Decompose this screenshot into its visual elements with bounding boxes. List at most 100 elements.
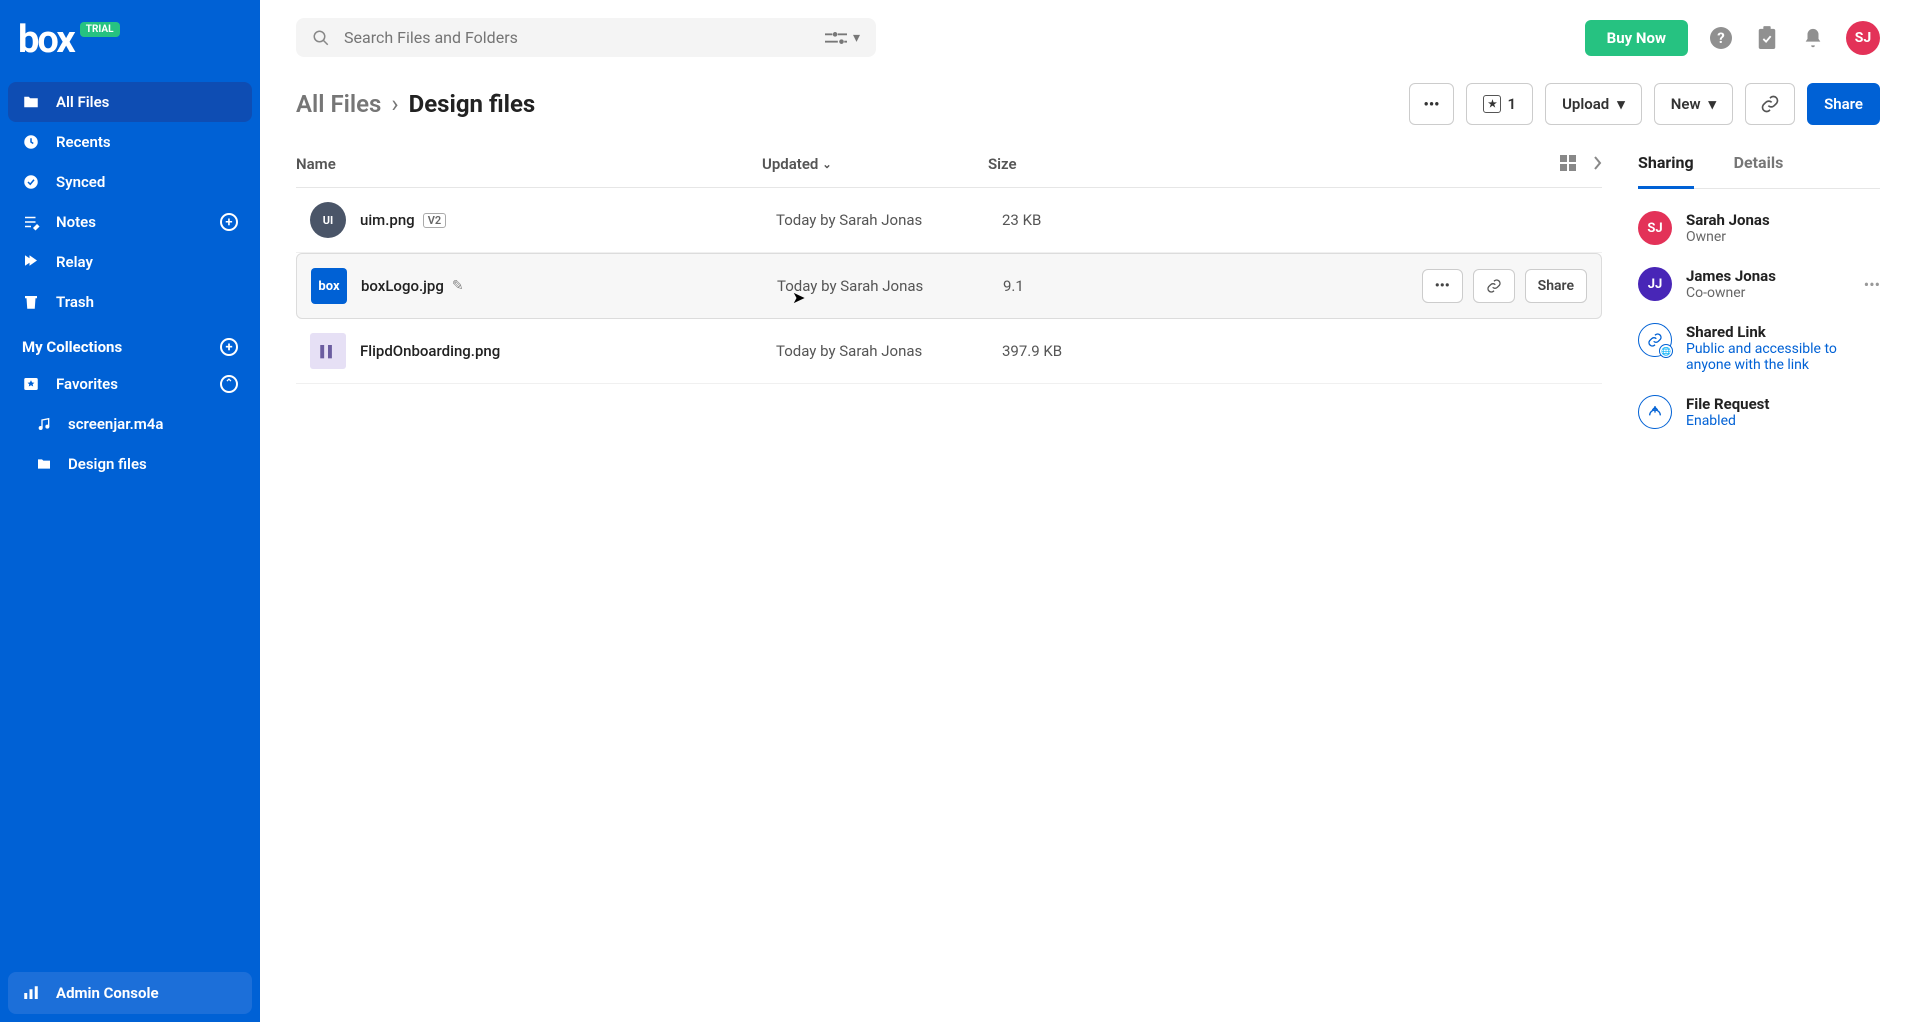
sidebar-item-notes[interactable]: Notes +: [8, 202, 252, 242]
brand-logo[interactable]: box TRIAL: [8, 14, 252, 82]
breadcrumb-root[interactable]: All Files: [296, 90, 381, 118]
shared-link-desc[interactable]: Public and accessible to anyone with the…: [1686, 341, 1880, 373]
tasks-icon[interactable]: [1754, 25, 1780, 51]
trash-icon: [22, 293, 40, 311]
person-avatar: SJ: [1638, 211, 1672, 245]
sharing-person-row: SJ Sarah Jonas Owner: [1638, 211, 1880, 245]
expand-panel-icon[interactable]: [1592, 155, 1602, 173]
chevron-right-icon: ›: [391, 90, 398, 118]
favorite-item-screenjar[interactable]: screenjar.m4a: [8, 404, 252, 444]
sort-desc-icon: ⌄: [822, 158, 831, 171]
more-actions-button[interactable]: •••: [1409, 83, 1455, 125]
version-badge: V2: [423, 213, 446, 228]
file-row[interactable]: ▌▌ FlipdOnboarding.png Today by Sarah Jo…: [296, 319, 1602, 384]
file-request-icon[interactable]: [1638, 395, 1672, 429]
favorites-count-button[interactable]: ★1: [1466, 83, 1533, 125]
column-headers: Name Updated ⌄ Size: [296, 147, 1602, 188]
row-more-button[interactable]: •••: [1422, 269, 1463, 303]
add-note-icon[interactable]: +: [220, 213, 238, 231]
tab-sharing[interactable]: Sharing: [1638, 147, 1694, 189]
audio-file-icon: [36, 416, 52, 432]
details-panel: Sharing Details SJ Sarah Jonas Owner JJ …: [1638, 147, 1880, 1022]
search-icon: [312, 29, 330, 47]
file-list: Name Updated ⌄ Size UI uim.png V2 Today …: [296, 147, 1602, 1022]
notes-icon: [22, 213, 40, 231]
sidebar-item-label: Synced: [56, 173, 105, 191]
breadcrumb: All Files › Design files: [296, 90, 535, 118]
view-controls: [1560, 155, 1602, 173]
file-request-info: File Request Enabled: [1686, 395, 1769, 429]
shared-link-icon[interactable]: 🌐: [1638, 323, 1672, 357]
brand-name: box: [18, 18, 74, 62]
row-share-button[interactable]: Share: [1525, 269, 1587, 303]
edit-name-icon[interactable]: ✎: [452, 278, 464, 294]
notifications-icon[interactable]: [1800, 25, 1826, 51]
person-role: Owner: [1686, 229, 1770, 245]
chevron-down-icon: ▾: [1709, 95, 1717, 113]
file-thumbnail: box: [311, 268, 347, 304]
globe-mini-icon: 🌐: [1659, 344, 1673, 358]
share-button[interactable]: Share: [1807, 83, 1880, 125]
grid-view-icon[interactable]: [1560, 155, 1576, 173]
new-button[interactable]: New ▾: [1654, 83, 1733, 125]
sidebar: box TRIAL All Files Recents Synced Notes…: [0, 0, 260, 1022]
more-icon: •••: [1424, 95, 1440, 113]
sidebar-item-all-files[interactable]: All Files: [8, 82, 252, 122]
check-circle-icon: [22, 173, 40, 191]
link-icon: [1760, 94, 1780, 114]
sidebar-item-label: Relay: [56, 253, 93, 271]
favorite-label: Design files: [68, 455, 147, 473]
sidebar-item-recents[interactable]: Recents: [8, 122, 252, 162]
search-input[interactable]: [344, 28, 811, 47]
favorite-item-design-files[interactable]: Design files: [8, 444, 252, 484]
upload-button[interactable]: Upload ▾: [1545, 83, 1642, 125]
shared-link-title: Shared Link: [1686, 323, 1880, 341]
link-button[interactable]: [1745, 83, 1795, 125]
sidebar-item-favorites[interactable]: Favorites ⌃: [8, 364, 252, 404]
admin-console-button[interactable]: Admin Console: [8, 972, 252, 1014]
sidebar-item-relay[interactable]: Relay: [8, 242, 252, 282]
column-name[interactable]: Name: [296, 155, 762, 173]
more-icon: •••: [1435, 278, 1450, 294]
main-content: ▾ Buy Now ? SJ All Files › Design files …: [260, 0, 1920, 1022]
sidebar-item-synced[interactable]: Synced: [8, 162, 252, 202]
file-name[interactable]: uim.png V2: [360, 211, 776, 229]
bar-chart-icon: [22, 984, 40, 1002]
file-size: 397.9 KB: [1002, 342, 1062, 360]
collapse-icon[interactable]: ⌃: [220, 375, 238, 393]
file-request-row: File Request Enabled: [1638, 395, 1880, 429]
file-updated: Today by Sarah Jonas: [777, 277, 1003, 295]
add-collection-icon[interactable]: +: [220, 338, 238, 356]
relay-icon: [22, 253, 40, 271]
buy-now-button[interactable]: Buy Now: [1585, 20, 1688, 56]
row-actions: ••• Share: [1422, 269, 1587, 303]
collections-label: My Collections: [22, 338, 122, 356]
topbar: ▾ Buy Now ? SJ: [296, 18, 1880, 57]
column-size[interactable]: Size: [988, 155, 1560, 173]
file-name[interactable]: boxLogo.jpg ✎: [361, 277, 777, 295]
folder-shared-icon: [36, 456, 52, 472]
details-tabs: Sharing Details: [1638, 147, 1880, 189]
clock-icon: [22, 133, 40, 151]
search-filters-icon[interactable]: ▾: [825, 30, 860, 46]
file-row[interactable]: UI uim.png V2 Today by Sarah Jonas 23 KB: [296, 188, 1602, 253]
file-row[interactable]: box boxLogo.jpg ✎ Today by Sarah Jonas 9…: [296, 253, 1602, 319]
help-icon[interactable]: ?: [1708, 25, 1734, 51]
person-avatar: JJ: [1638, 267, 1672, 301]
tab-details[interactable]: Details: [1734, 147, 1784, 188]
star-icon: [22, 375, 40, 393]
sidebar-item-trash[interactable]: Trash: [8, 282, 252, 322]
row-link-button[interactable]: [1473, 269, 1515, 303]
person-more-icon[interactable]: •••: [1864, 275, 1880, 294]
file-request-title: File Request: [1686, 395, 1769, 413]
file-updated: Today by Sarah Jonas: [776, 211, 1002, 229]
user-avatar[interactable]: SJ: [1846, 21, 1880, 55]
file-size: 9.1: [1003, 277, 1024, 295]
person-name: James Jonas: [1686, 267, 1776, 285]
person-info: Sarah Jonas Owner: [1686, 211, 1770, 245]
file-request-status[interactable]: Enabled: [1686, 413, 1769, 429]
search-bar[interactable]: ▾: [296, 18, 876, 57]
file-name[interactable]: FlipdOnboarding.png: [360, 342, 776, 360]
person-info: James Jonas Co-owner: [1686, 267, 1776, 301]
column-updated[interactable]: Updated ⌄: [762, 155, 988, 173]
